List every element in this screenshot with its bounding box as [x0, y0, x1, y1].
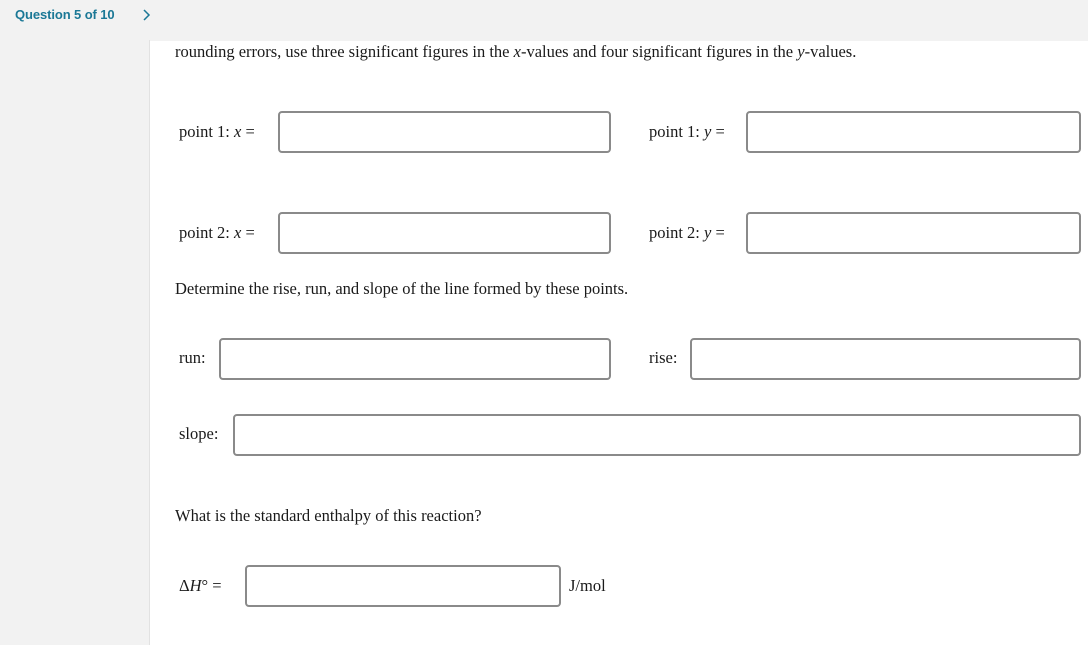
- left-sidebar: [0, 40, 150, 645]
- equals-sign: =: [208, 576, 222, 595]
- question-content: rounding errors, use three significant f…: [150, 41, 1088, 645]
- h-variable: H: [189, 576, 202, 595]
- slope-input[interactable]: [233, 414, 1081, 456]
- enthalpy-prompt: What is the standard enthalpy of this re…: [175, 506, 482, 525]
- equals-sign: =: [711, 122, 725, 141]
- delta-h-label: ΔH° =: [179, 576, 222, 596]
- point2-y-input[interactable]: [746, 212, 1081, 254]
- x-variable: x: [513, 42, 521, 61]
- instructions-text: -values and four significant figures in …: [520, 42, 798, 61]
- point1-x-input[interactable]: [278, 111, 611, 153]
- delta-h-input[interactable]: [245, 565, 561, 607]
- equals-sign: =: [241, 122, 255, 141]
- run-label: run:: [179, 348, 206, 367]
- equals-sign: =: [241, 223, 255, 242]
- delta-symbol: Δ: [179, 576, 190, 595]
- question-counter: Question 5 of 10: [15, 7, 115, 22]
- point1-y-input[interactable]: [746, 111, 1081, 153]
- point2-x-input[interactable]: [278, 212, 611, 254]
- rounding-instructions: rounding errors, use three significant f…: [175, 42, 856, 62]
- label-text: point 1:: [179, 122, 235, 141]
- next-question-chevron-icon[interactable]: [140, 6, 154, 24]
- rise-input[interactable]: [690, 338, 1081, 380]
- label-text: point 1:: [649, 122, 705, 141]
- slope-prompt: Determine the rise, run, and slope of th…: [175, 279, 629, 298]
- instructions-text: -values.: [804, 42, 857, 61]
- label-text: point 2:: [179, 223, 235, 242]
- point2-y-label: point 2: y =: [649, 223, 725, 243]
- point2-x-label: point 2: x =: [179, 223, 255, 243]
- equals-sign: =: [711, 223, 725, 242]
- label-text: point 2:: [649, 223, 705, 242]
- top-bar: Question 5 of 10: [0, 0, 1088, 40]
- point1-x-label: point 1: x =: [179, 122, 255, 142]
- run-input[interactable]: [219, 338, 611, 380]
- slope-label: slope:: [179, 424, 219, 443]
- rise-label: rise:: [649, 348, 678, 367]
- point1-y-label: point 1: y =: [649, 122, 725, 142]
- y-variable: y: [797, 42, 805, 61]
- instructions-text: rounding errors, use three significant f…: [175, 42, 514, 61]
- enthalpy-unit: J/mol: [569, 576, 606, 595]
